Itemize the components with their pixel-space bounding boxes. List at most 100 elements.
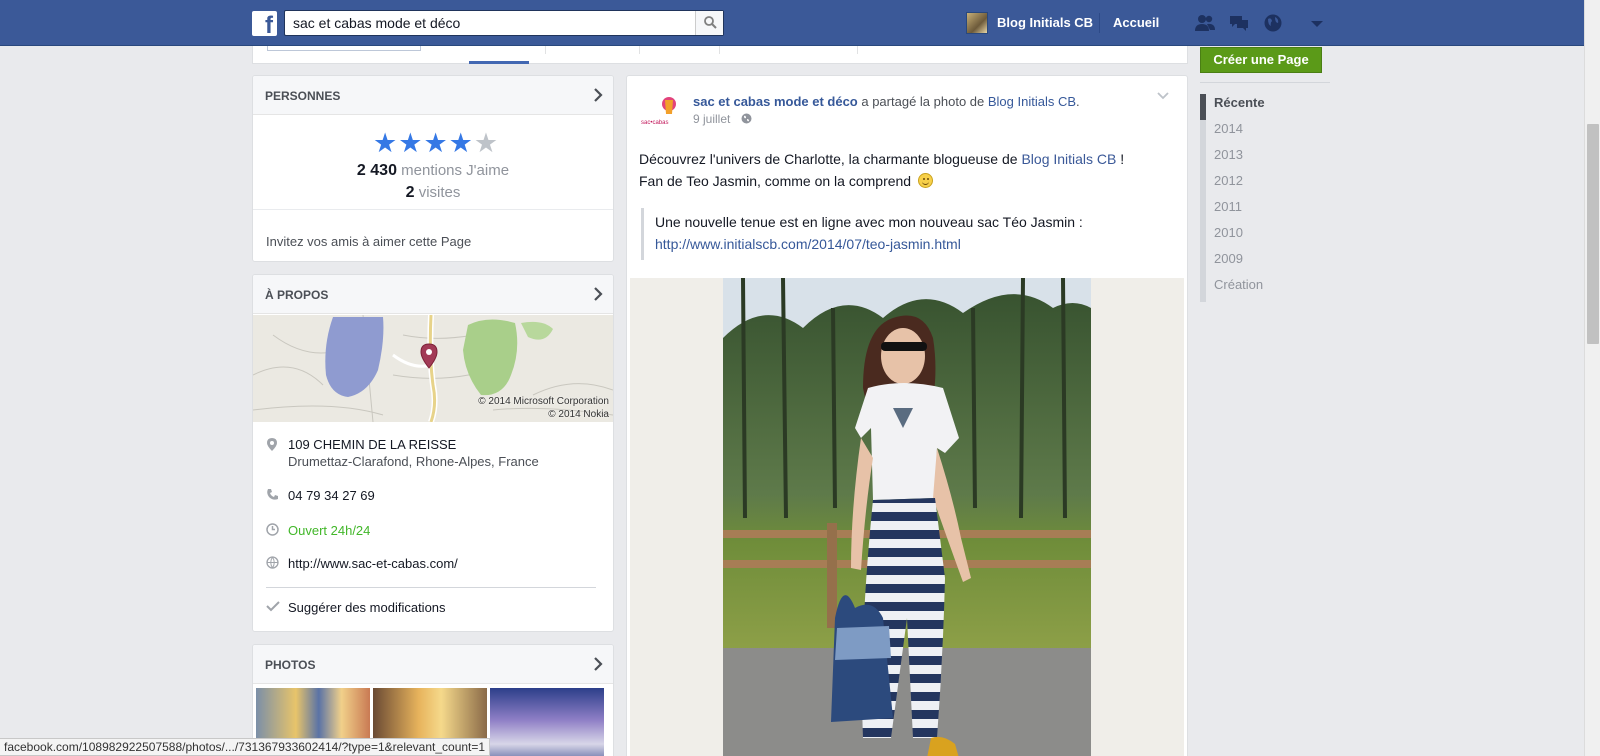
- address-line1: 109 CHEMIN DE LA REISSE: [288, 437, 457, 452]
- search-box: [284, 10, 724, 36]
- browser-status-bar: facebook.com/108982922507588/photos/.../…: [0, 738, 491, 756]
- opening-hours: Ouvert 24h/24: [288, 523, 371, 538]
- feed-post: sac•cabas sac et cabas mode et déco a pa…: [626, 75, 1188, 756]
- photos-card-header[interactable]: PHOTOS: [253, 645, 613, 684]
- quote-link[interactable]: http://www.initialscb.com/2014/07/teo-ja…: [655, 236, 961, 252]
- clock-icon: [266, 523, 279, 536]
- people-card: PERSONNES ★ ★ ★ ★ ★ 2 430 mentions J'aim…: [252, 75, 614, 262]
- website-link[interactable]: http://www.sac-et-cabas.com/: [288, 556, 458, 571]
- tab-divider: [639, 46, 640, 54]
- timeline-item-2013[interactable]: 2013: [1200, 146, 1330, 172]
- quote-text: Une nouvelle tenue est en ligne avec mon…: [655, 214, 1083, 230]
- active-tab-indicator[interactable]: [469, 61, 529, 64]
- rating-stars: ★ ★ ★ ★ ★: [373, 130, 498, 157]
- post-text-part: !: [1116, 151, 1125, 167]
- people-card-header[interactable]: PERSONNES: [253, 76, 613, 115]
- topbar-divider: [1099, 13, 1100, 33]
- post-date[interactable]: 9 juillet: [693, 112, 730, 126]
- friend-requests-icon[interactable]: [1194, 13, 1216, 33]
- notifications-globe-icon[interactable]: [1262, 13, 1284, 33]
- account-menu-chevron-down-icon[interactable]: [1310, 13, 1324, 33]
- phone-number: 04 79 34 27 69: [288, 488, 375, 503]
- blog-link[interactable]: Blog Initials CB: [1021, 151, 1116, 167]
- svg-text:sac•cabas: sac•cabas: [641, 120, 668, 126]
- top-bar: f Blog Initials CB Accueil: [0, 0, 1584, 46]
- timeline-item-2010[interactable]: 2010: [1200, 224, 1330, 250]
- tab-divider: [857, 46, 858, 54]
- timeline-item-2009[interactable]: 2009: [1200, 250, 1330, 276]
- suggest-edits-link[interactable]: Suggérer des modifications: [288, 600, 446, 615]
- post-author-line: sac et cabas mode et déco a partagé la p…: [693, 94, 1080, 109]
- chevron-right-icon[interactable]: [593, 287, 603, 301]
- shared-from-link[interactable]: Blog Initials CB: [988, 94, 1076, 109]
- post-action: a partagé la photo de: [857, 94, 988, 109]
- timeline-item-2012[interactable]: 2012: [1200, 172, 1330, 198]
- post-author-link[interactable]: sac et cabas mode et déco: [693, 94, 858, 109]
- vertical-scrollbar[interactable]: [1584, 0, 1600, 756]
- timeline-item-2014[interactable]: 2014: [1200, 120, 1330, 146]
- about-card-header[interactable]: À PROPOS: [253, 275, 613, 314]
- create-page-button[interactable]: Créer une Page: [1200, 47, 1322, 73]
- messages-icon[interactable]: [1228, 13, 1250, 33]
- map-credit-microsoft: © 2014 Microsoft Corporation: [478, 396, 609, 407]
- shared-quote: Une nouvelle tenue est en ligne avec mon…: [641, 208, 1171, 260]
- post-text-part: Fan de Teo Jasmin, comme on la comprend: [639, 173, 912, 189]
- timeline-item-creation[interactable]: Création: [1200, 276, 1330, 302]
- visits-label: visites: [418, 184, 461, 201]
- page-logo-icon: sac•cabas: [639, 90, 681, 132]
- address-line2: Drumettaz-Clarafond, Rhone-Alpes, France: [288, 454, 539, 469]
- chevron-right-icon[interactable]: [593, 657, 603, 671]
- search-icon: [704, 16, 717, 29]
- star-filled-icon: ★: [373, 128, 398, 158]
- timeline-item-2011[interactable]: 2011: [1200, 198, 1330, 224]
- tab-divider: [545, 46, 546, 54]
- public-globe-icon: [741, 113, 752, 124]
- checkmark-icon: [266, 601, 280, 612]
- star-filled-icon: ★: [448, 128, 473, 158]
- post-photo[interactable]: [723, 278, 1091, 756]
- post-options-chevron-down-icon[interactable]: [1157, 92, 1169, 100]
- likes-count: 2 430 mentions J'aime: [253, 162, 613, 180]
- cover-search-input[interactable]: [267, 46, 421, 51]
- post-text-line1: Découvrez l'univers de Charlotte, la cha…: [639, 151, 1124, 167]
- about-card: À PROPOS © 2014 Microsoft Corporation © …: [252, 274, 614, 632]
- post-text-part: Découvrez l'univers de Charlotte, la cha…: [639, 151, 1022, 167]
- visits-number: 2: [405, 184, 415, 201]
- map-credit-nokia: © 2014 Nokia: [548, 409, 609, 420]
- location-map[interactable]: © 2014 Microsoft Corporation © 2014 Noki…: [253, 315, 613, 422]
- star-filled-icon: ★: [398, 128, 423, 158]
- location-pin-icon: [267, 438, 277, 451]
- likes-label: mentions J'aime: [401, 162, 510, 179]
- page-tabs-strip: [252, 46, 1188, 64]
- tab-divider: [719, 46, 720, 54]
- visits-count: 2 visites: [253, 184, 613, 202]
- search-button[interactable]: [695, 11, 723, 35]
- timeline-divider: [1200, 82, 1330, 83]
- invite-friends-link[interactable]: Invitez vos amis à aimer cette Page: [266, 234, 471, 249]
- photo-thumbnail[interactable]: [490, 688, 604, 756]
- photos-card-title: PHOTOS: [265, 658, 316, 672]
- about-card-title: À PROPOS: [265, 288, 329, 302]
- chevron-right-icon[interactable]: [593, 88, 603, 102]
- globe-icon: [266, 556, 279, 569]
- likes-number: 2 430: [356, 162, 397, 179]
- scrollbar-thumb[interactable]: [1587, 124, 1599, 344]
- map-pin-icon[interactable]: [420, 343, 438, 369]
- page-avatar[interactable]: sac•cabas: [639, 90, 681, 132]
- user-avatar[interactable]: [966, 12, 988, 34]
- divider: [253, 209, 613, 210]
- timeline-item-recent[interactable]: Récente: [1200, 94, 1330, 120]
- home-link[interactable]: Accueil: [1113, 15, 1159, 30]
- smiley-emoji-icon: [918, 173, 933, 188]
- post-text-line2: Fan de Teo Jasmin, comme on la comprend: [639, 173, 933, 189]
- people-card-title: PERSONNES: [265, 89, 341, 103]
- phone-icon: [267, 489, 278, 500]
- user-name-link[interactable]: Blog Initials CB: [997, 15, 1093, 30]
- divider: [266, 587, 596, 588]
- facebook-logo-icon[interactable]: f: [252, 11, 277, 36]
- star-empty-icon: ★: [473, 128, 499, 158]
- timeline-nav: Récente 2014 2013 2012 2011 2010 2009 Cr…: [1200, 94, 1330, 302]
- search-input[interactable]: [285, 11, 685, 35]
- post-period: .: [1076, 94, 1080, 109]
- star-filled-icon: ★: [423, 128, 448, 158]
